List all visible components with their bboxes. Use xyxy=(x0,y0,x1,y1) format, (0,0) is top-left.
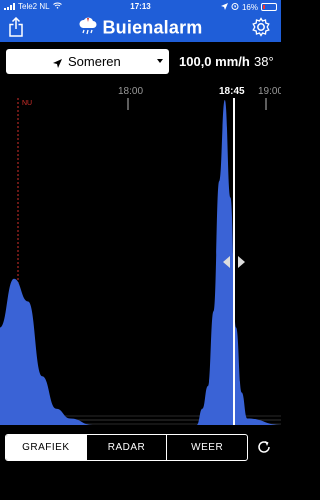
battery-icon xyxy=(261,3,277,11)
app-title: Buienalarm xyxy=(0,17,281,40)
location-arrow-icon xyxy=(53,56,62,71)
refresh-icon[interactable] xyxy=(256,439,272,460)
alarm-icon xyxy=(231,2,239,12)
temperature: 38° xyxy=(254,54,274,69)
rain-rate: 100,0 mm/h xyxy=(179,54,250,69)
rain-cloud-logo-icon xyxy=(78,17,98,40)
tab-radar[interactable]: RADAR xyxy=(85,435,167,460)
chevron-down-icon xyxy=(157,59,163,63)
settings-gear-icon[interactable] xyxy=(251,17,271,42)
tab-weer[interactable]: WEER xyxy=(166,435,247,460)
tick-label-1900: 19:00 xyxy=(258,86,281,97)
battery-percent: 16% xyxy=(241,2,258,12)
tab-grafiek[interactable]: GRAFIEK xyxy=(6,435,86,460)
location-arrow-icon xyxy=(220,2,228,12)
tick-label-1800: 18:00 xyxy=(118,86,143,97)
now-label: NU xyxy=(22,100,32,107)
app-header: Tele2 NL 17:13 16% Buienalarm xyxy=(0,0,281,42)
location-name: Someren xyxy=(68,54,121,69)
location-selector[interactable]: Someren xyxy=(6,49,169,74)
rain-chart[interactable]: 18:00 18:45 19:00 NU xyxy=(0,80,281,430)
view-tabs: GRAFIEK RADAR WEER xyxy=(5,434,248,461)
status-bar: Tele2 NL 17:13 16% xyxy=(0,0,281,14)
tick-label-1845: 18:45 xyxy=(219,86,245,97)
